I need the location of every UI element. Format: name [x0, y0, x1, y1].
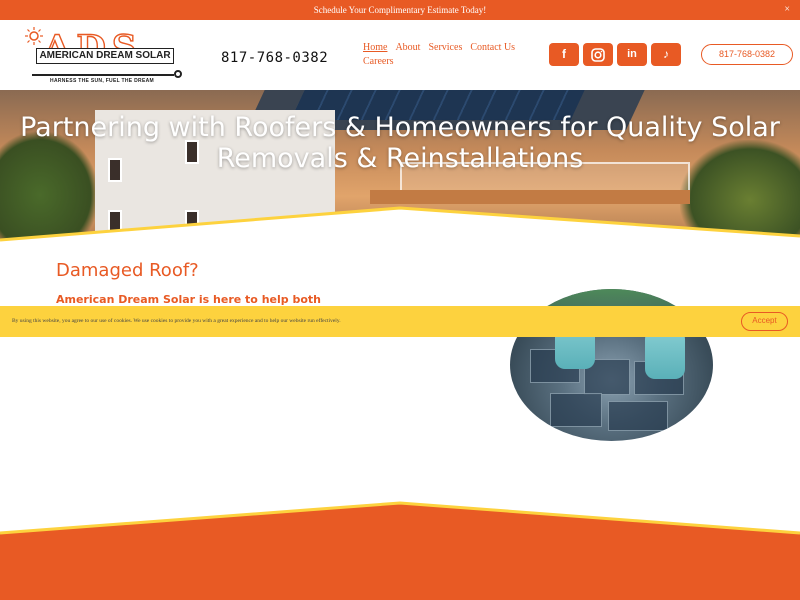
footer-band — [0, 501, 800, 600]
phone-button[interactable]: 817-768-0382 — [701, 44, 793, 65]
linkedin-icon[interactable]: in — [617, 43, 647, 66]
section-title: Damaged Roof? — [56, 260, 199, 281]
section-subtitle: American Dream Solar is here to help bot… — [56, 293, 321, 306]
close-icon[interactable]: × — [784, 0, 790, 20]
instagram-icon[interactable] — [583, 43, 613, 66]
promo-bar: Schedule Your Complimentary Estimate Tod… — [0, 0, 800, 20]
nav-contact-us[interactable]: Contact Us — [470, 42, 515, 53]
nav-home[interactable]: Home — [363, 42, 387, 53]
facebook-icon[interactable]: f — [549, 43, 579, 66]
tiktok-icon[interactable]: ♪ — [651, 43, 681, 66]
cookie-banner: By using this website, you agree to our … — [0, 306, 800, 337]
nav-about[interactable]: About — [395, 42, 420, 53]
sun-icon — [25, 27, 43, 45]
main-nav: Home About Services Contact Us Careers — [363, 42, 533, 70]
accept-cookies-button[interactable]: Accept — [741, 312, 788, 331]
plug-icon — [174, 70, 182, 78]
logo-name: AMERICAN DREAM SOLAR — [36, 48, 174, 64]
header-phone[interactable]: 817-768-0382 — [221, 50, 328, 66]
nav-services[interactable]: Services — [428, 42, 462, 53]
promo-text[interactable]: Schedule Your Complimentary Estimate Tod… — [314, 5, 486, 15]
hero-title: Partnering with Roofers & Homeowners for… — [20, 112, 780, 174]
photo-panel-cell — [550, 393, 602, 427]
logo[interactable]: ADS AMERICAN DREAM SOLAR HARNESS THE SUN… — [24, 26, 182, 88]
hero-divider — [0, 206, 800, 250]
instagram-glyph — [591, 47, 605, 62]
site-header: ADS AMERICAN DREAM SOLAR HARNESS THE SUN… — [0, 20, 800, 90]
nav-careers[interactable]: Careers — [363, 56, 394, 67]
logo-underline — [32, 74, 174, 76]
cookie-text: By using this website, you agree to our … — [12, 318, 341, 324]
logo-tagline: HARNESS THE SUN, FUEL THE DREAM — [50, 78, 154, 84]
photo-panel-cell — [608, 401, 668, 431]
